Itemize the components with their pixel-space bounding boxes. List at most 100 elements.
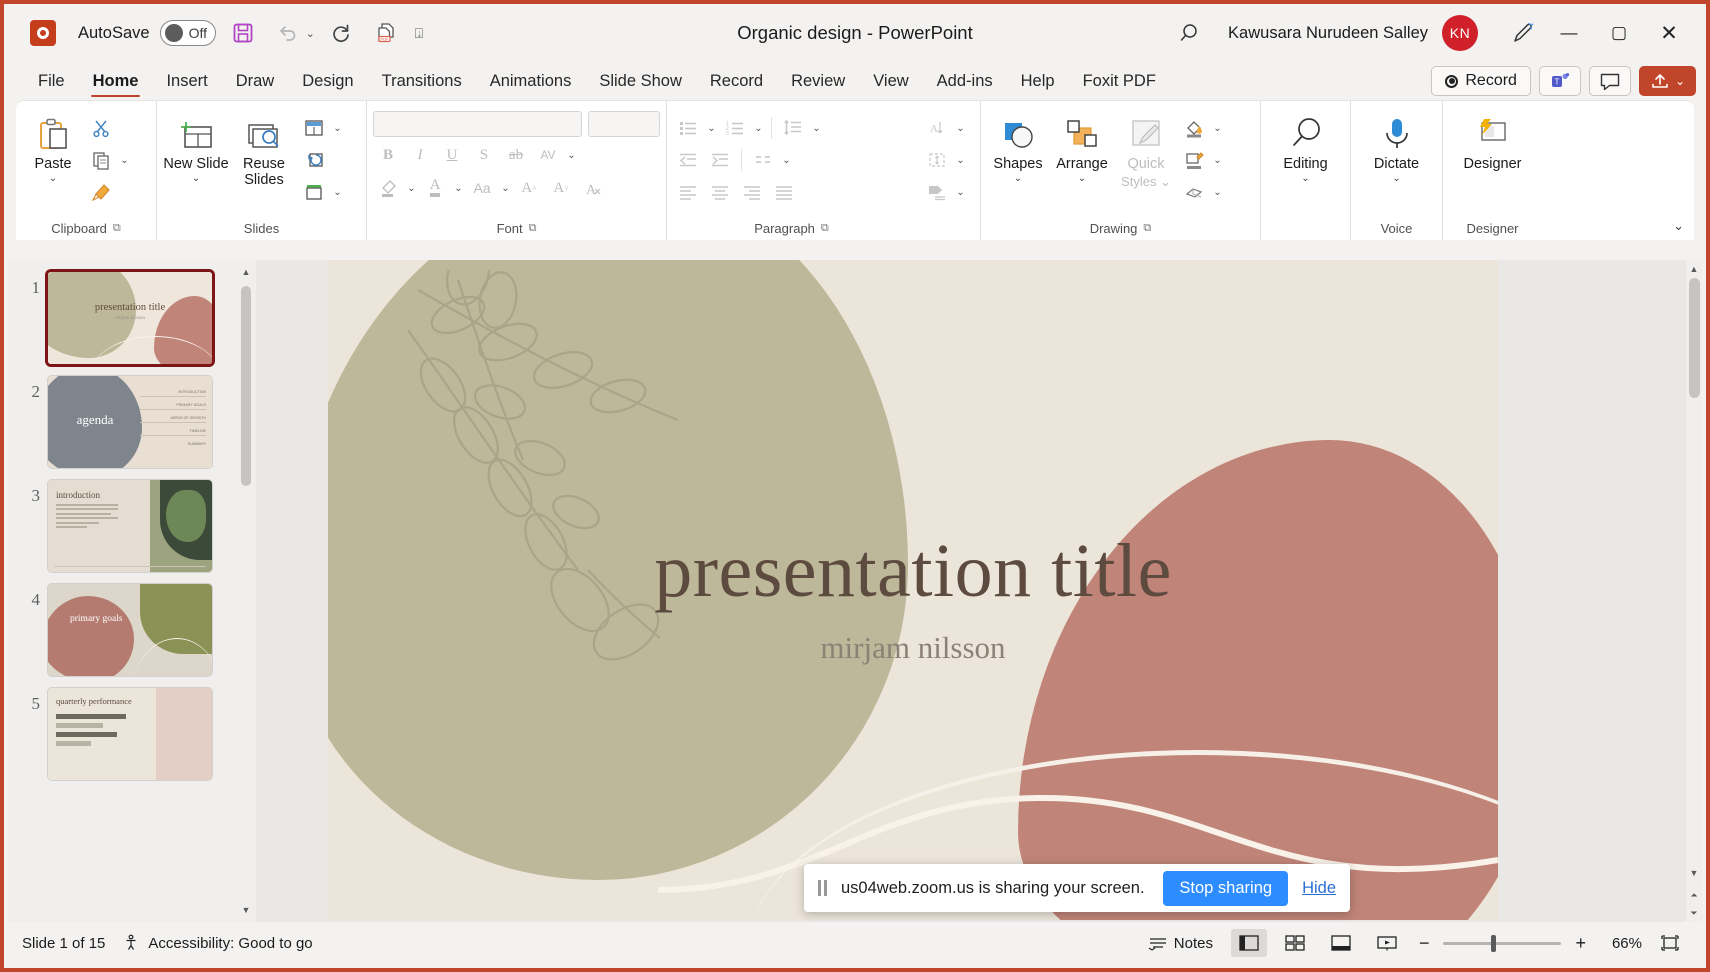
- save-icon[interactable]: [226, 16, 260, 50]
- slide-subtitle[interactable]: mirjam nilsson: [328, 630, 1498, 666]
- zoom-slider-handle[interactable]: [1491, 935, 1496, 952]
- zoom-slider[interactable]: [1443, 942, 1561, 945]
- reset-icon[interactable]: [299, 145, 329, 175]
- customize-quick-access-icon[interactable]: ⍗: [415, 25, 423, 42]
- slide-sorter-button[interactable]: [1277, 929, 1313, 957]
- zoom-in-button[interactable]: +: [1571, 933, 1590, 954]
- dictate-caret-icon[interactable]: ⌄: [1392, 175, 1400, 183]
- shape-outline-caret-icon[interactable]: ⌄: [1211, 155, 1224, 166]
- align-left-icon[interactable]: [673, 177, 703, 207]
- user-name[interactable]: Kawusara Nurudeen Salley: [1228, 24, 1428, 43]
- section-caret-icon[interactable]: ⌄: [331, 187, 344, 198]
- tab-foxit-pdf[interactable]: Foxit PDF: [1069, 69, 1170, 100]
- arrange-caret-icon[interactable]: ⌄: [1078, 175, 1086, 183]
- bullets-caret-icon[interactable]: ⌄: [705, 123, 718, 134]
- font-name-input[interactable]: [373, 111, 582, 137]
- tab-record[interactable]: Record: [696, 69, 777, 100]
- tab-slide-show[interactable]: Slide Show: [585, 69, 696, 100]
- slide-title[interactable]: presentation title: [328, 528, 1498, 615]
- tab-transitions[interactable]: Transitions: [368, 69, 476, 100]
- thumbnail-row-2[interactable]: 2 agenda INTRODUCTION PRIMARY GOALS AREA…: [8, 370, 256, 474]
- normal-view-button[interactable]: [1231, 929, 1267, 957]
- paste-caret-icon[interactable]: ⌄: [49, 175, 57, 183]
- line-spacing-caret-icon[interactable]: ⌄: [810, 123, 823, 134]
- columns-caret-icon[interactable]: ⌄: [780, 155, 793, 166]
- tab-draw[interactable]: Draw: [222, 69, 289, 100]
- numbering-caret-icon[interactable]: ⌄: [752, 123, 765, 134]
- smartart-icon[interactable]: [922, 177, 952, 207]
- new-slide-button[interactable]: New Slide ⌄: [163, 111, 229, 187]
- strikethrough-button[interactable]: ab: [501, 140, 531, 170]
- comments-button[interactable]: [1589, 66, 1631, 96]
- designer-button[interactable]: Designer: [1460, 111, 1526, 177]
- font-size-input[interactable]: [588, 111, 660, 137]
- align-text-icon[interactable]: [922, 145, 952, 175]
- thumbnail-scroll-up-icon[interactable]: ▲: [240, 264, 252, 280]
- copy-caret-icon[interactable]: ⌄: [118, 155, 131, 166]
- search-icon[interactable]: [1172, 14, 1210, 52]
- tab-add-ins[interactable]: Add-ins: [923, 69, 1007, 100]
- bullets-icon[interactable]: [673, 113, 703, 143]
- tab-review[interactable]: Review: [777, 69, 859, 100]
- pause-icon[interactable]: [818, 880, 827, 896]
- editing-button[interactable]: Editing ⌄: [1273, 111, 1339, 187]
- notes-button[interactable]: Notes: [1148, 935, 1213, 952]
- thumbnail-row-4[interactable]: 4 primary goals: [8, 578, 256, 682]
- thumbnail-slide-5[interactable]: quarterly performance: [48, 688, 212, 780]
- italic-button[interactable]: I: [405, 140, 435, 170]
- paste-button[interactable]: Paste ⌄: [22, 111, 84, 187]
- record-button[interactable]: Record: [1431, 66, 1531, 96]
- cut-icon[interactable]: [86, 113, 116, 143]
- thumbnail-row-1[interactable]: 1 presentation title mirjam nilsson: [8, 266, 256, 370]
- zoom-out-button[interactable]: −: [1415, 933, 1434, 954]
- drawing-dialog-launcher-icon[interactable]: ⧉: [1143, 222, 1151, 235]
- share-button[interactable]: ⌄: [1639, 66, 1696, 96]
- text-highlight-icon[interactable]: [373, 173, 403, 203]
- tab-insert[interactable]: Insert: [152, 69, 221, 100]
- shape-effects-caret-icon[interactable]: ⌄: [1211, 187, 1224, 198]
- font-dialog-launcher-icon[interactable]: ⧉: [529, 222, 537, 235]
- layout-caret-icon[interactable]: ⌄: [331, 123, 344, 134]
- character-spacing-caret-icon[interactable]: ⌄: [565, 150, 578, 161]
- decrease-indent-icon[interactable]: [673, 145, 703, 175]
- thumbnail-scroll-down-icon[interactable]: ▼: [240, 902, 252, 918]
- stop-sharing-button[interactable]: Stop sharing: [1163, 871, 1288, 906]
- previous-slide-icon[interactable]: ⏶: [1686, 886, 1702, 904]
- clipboard-dialog-launcher-icon[interactable]: ⧉: [113, 222, 121, 235]
- thumbnail-row-3[interactable]: 3 introduction: [8, 474, 256, 578]
- scroll-down-icon[interactable]: ▼: [1686, 864, 1702, 882]
- font-color-caret-icon[interactable]: ⌄: [452, 183, 465, 194]
- text-direction-icon[interactable]: A: [922, 113, 952, 143]
- next-slide-icon[interactable]: ⏷: [1686, 904, 1702, 922]
- thumbnail-slide-3[interactable]: introduction: [48, 480, 212, 572]
- format-painter-icon[interactable]: [86, 177, 116, 207]
- paragraph-dialog-launcher-icon[interactable]: ⧉: [821, 222, 829, 235]
- tab-file[interactable]: File: [24, 69, 79, 100]
- pen-icon[interactable]: [1504, 14, 1542, 52]
- slide-vertical-scrollbar[interactable]: ▲ ▼ ⏶ ⏷: [1686, 260, 1702, 922]
- reuse-slides-button[interactable]: Reuse Slides: [231, 111, 297, 192]
- thumbnail-scroll-thumb[interactable]: [241, 286, 251, 486]
- shape-fill-caret-icon[interactable]: ⌄: [1211, 123, 1224, 134]
- editing-caret-icon[interactable]: ⌄: [1301, 175, 1309, 183]
- fit-to-window-button[interactable]: [1652, 929, 1688, 957]
- numbering-icon[interactable]: 123: [720, 113, 750, 143]
- thumbnail-slide-1[interactable]: presentation title mirjam nilsson: [48, 272, 212, 364]
- tab-animations[interactable]: Animations: [476, 69, 586, 100]
- text-shadow-button[interactable]: S: [469, 140, 499, 170]
- text-direction-caret-icon[interactable]: ⌄: [954, 123, 967, 134]
- teams-button[interactable]: T: [1539, 66, 1581, 96]
- change-case-caret-icon[interactable]: ⌄: [499, 183, 512, 194]
- current-slide[interactable]: presentation title mirjam nilsson: [328, 260, 1498, 920]
- foxit-pdf-icon[interactable]: PDF: [369, 16, 403, 50]
- justify-icon[interactable]: [769, 177, 799, 207]
- collapse-ribbon-icon[interactable]: ⌄: [1673, 218, 1684, 234]
- shapes-button[interactable]: Shapes ⌄: [987, 111, 1049, 187]
- tab-design[interactable]: Design: [288, 69, 367, 100]
- accessibility-status[interactable]: Accessibility: Good to go: [123, 934, 312, 952]
- vertical-scroll-thumb[interactable]: [1689, 278, 1700, 398]
- font-color-button[interactable]: A: [420, 173, 450, 203]
- avatar[interactable]: KN: [1442, 15, 1478, 51]
- decrease-font-size-button[interactable]: A˅: [546, 173, 576, 203]
- scroll-up-icon[interactable]: ▲: [1686, 260, 1702, 278]
